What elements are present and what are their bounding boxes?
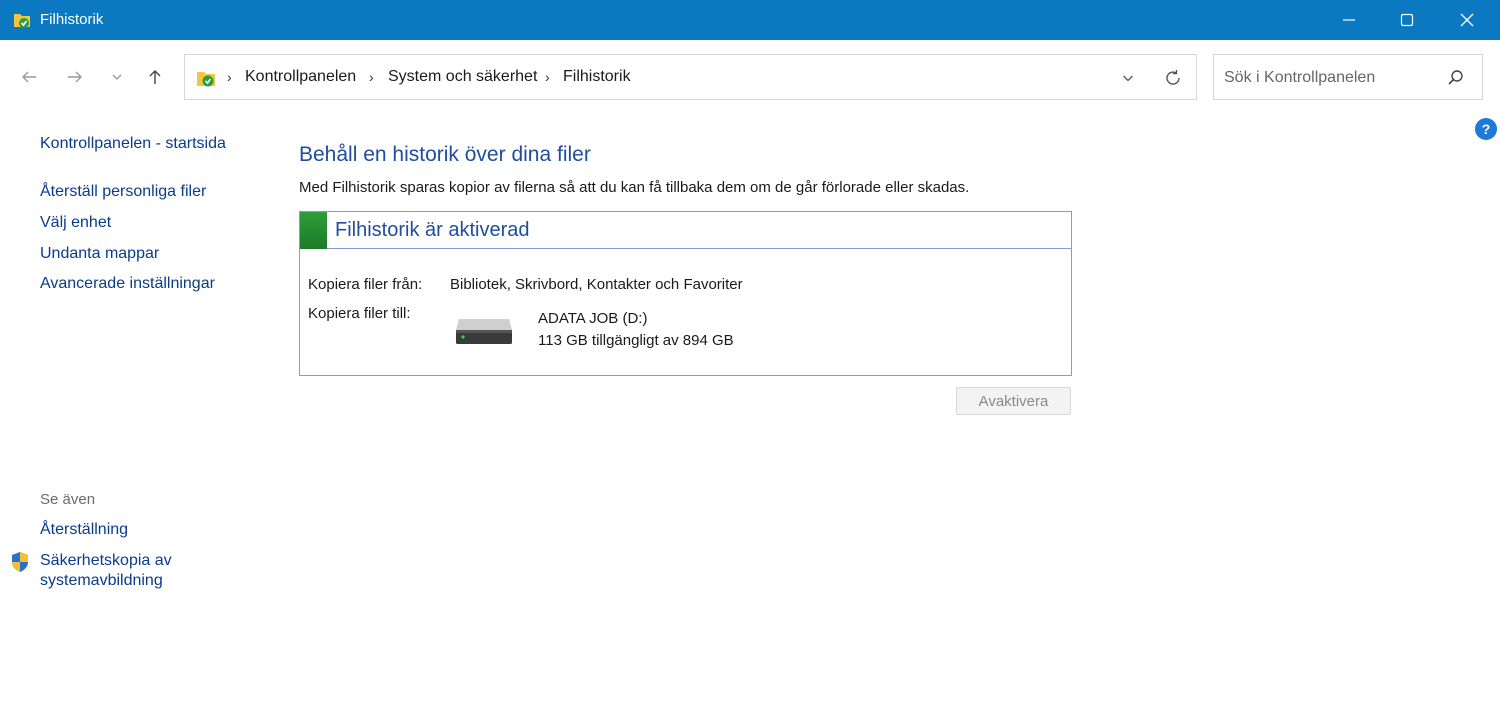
breadcrumb-separator: › [227,69,232,85]
back-arrow-icon [22,71,36,83]
up-button[interactable] [140,62,170,92]
refresh-button[interactable] [1161,66,1185,90]
chevron-down-icon [112,74,122,80]
maximize-icon [1400,13,1414,27]
see-also-label: Se även [40,491,96,508]
status-title: Filhistorik är aktiverad [335,219,530,241]
status-indicator [300,212,327,249]
breadcrumb-filhistorik[interactable]: Filhistorik [563,68,631,86]
minimize-button[interactable] [1320,0,1378,40]
recent-locations-button[interactable] [102,62,132,92]
sidebar-item-select-drive[interactable]: Välj enhet [40,214,111,232]
close-button[interactable] [1438,0,1496,40]
up-arrow-icon [149,70,161,84]
close-icon [1460,13,1474,27]
deactivate-button[interactable]: Avaktivera [956,387,1071,415]
sidebar-home-link[interactable]: Kontrollpanelen - startsida [40,135,226,153]
page-heading: Behåll en historik över dina filer [299,143,591,166]
file-history-icon [197,72,215,87]
title-bar: Filhistorik [0,0,1500,40]
search-box[interactable] [1213,54,1483,100]
breadcrumb-kontrollpanelen[interactable]: Kontrollpanelen [245,68,356,86]
see-also-system-image-link[interactable]: Säkerhetskopia av [40,552,172,570]
sidebar-item-restore-files[interactable]: Återställ personliga filer [40,183,206,201]
drive-space: 113 GB tillgängligt av 894 GB [538,332,734,349]
drive-name: ADATA JOB (D:) [538,310,648,327]
status-header: Filhistorik är aktiverad [300,212,1071,249]
status-panel: Filhistorik är aktiverad Kopiera filer f… [299,211,1072,376]
window-title: Filhistorik [40,11,104,28]
hard-drive-icon [456,319,512,344]
shield-icon [12,552,28,572]
breadcrumb-system-och-sakerhet[interactable]: System och säkerhet [388,68,537,86]
copy-from-value: Bibliotek, Skrivbord, Kontakter och Favo… [450,276,743,293]
search-icon[interactable] [1446,68,1466,88]
search-input[interactable] [1224,66,1444,90]
chevron-down-icon [1123,75,1133,82]
refresh-icon [1166,70,1180,85]
forward-arrow-icon [68,71,82,83]
copy-from-label: Kopiera filer från: [308,276,423,293]
address-dropdown-button[interactable] [1117,67,1139,89]
see-also-recovery-link[interactable]: Återställning [40,521,128,539]
sidebar-item-exclude-folders[interactable]: Undanta mappar [40,245,159,263]
sidebar-item-advanced-settings[interactable]: Avancerade inställningar [40,275,215,293]
copy-to-label: Kopiera filer till: [308,305,411,322]
forward-button[interactable] [60,62,90,92]
breadcrumb-separator: › [369,69,374,85]
address-bar[interactable]: › Kontrollpanelen › System och säkerhet … [184,54,1197,100]
maximize-button[interactable] [1378,0,1436,40]
breadcrumb-separator: › [545,69,550,85]
back-button[interactable] [14,62,44,92]
file-history-icon [14,14,30,28]
minimize-icon [1343,19,1355,21]
see-also-system-image-link-line2[interactable]: systemavbildning [40,572,163,590]
help-icon[interactable]: ? [1475,118,1497,140]
page-description: Med Filhistorik sparas kopior av filerna… [299,179,970,196]
